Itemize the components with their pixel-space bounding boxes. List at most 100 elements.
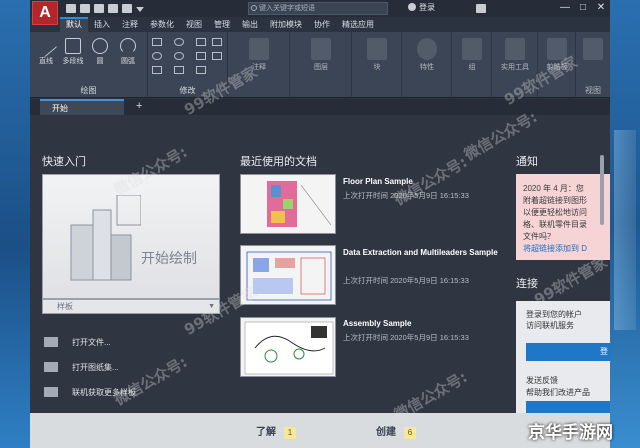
- start-drawing-label: 开始绘制: [141, 251, 197, 267]
- desktop-left: [0, 0, 30, 448]
- minimize-button[interactable]: —: [558, 1, 572, 15]
- copy-icon[interactable]: [174, 66, 184, 74]
- save-as-icon[interactable]: [108, 4, 118, 13]
- cart-icon[interactable]: [476, 4, 486, 13]
- rectangle-icon[interactable]: [152, 38, 162, 46]
- polyline-tool[interactable]: 多段线: [58, 38, 88, 66]
- fillet-icon[interactable]: [212, 52, 222, 60]
- feedback-desc: 帮助我们改进产品: [526, 388, 590, 397]
- notify-scrollbar[interactable]: [600, 155, 604, 225]
- create-badge: 6: [404, 427, 416, 439]
- notify-line-5: 文件吗？: [523, 232, 555, 241]
- trim-icon[interactable]: [196, 38, 206, 46]
- draw-group: 直线 多段线 圆 圆弧 绘图: [30, 32, 148, 98]
- floor-plan-preview: [267, 181, 332, 227]
- building-sketch-icon: [70, 195, 141, 281]
- draw-group-label[interactable]: 绘图: [30, 85, 147, 96]
- base-view-tool[interactable]: [581, 38, 605, 62]
- move-icon[interactable]: [174, 38, 184, 46]
- connect-login-title: 登录到您的帐户: [526, 310, 582, 319]
- tab-create-label: 创建: [376, 427, 396, 438]
- assembly-preview: [244, 321, 334, 375]
- tab-parametric[interactable]: 参数化: [144, 17, 180, 32]
- ellipse-icon[interactable]: [152, 52, 162, 60]
- title-bar: A 键入关键字或短语 登录 — □ ✕: [30, 0, 610, 25]
- connect-login-desc: 访问联机服务: [526, 321, 574, 330]
- layers-icon: [311, 38, 331, 60]
- save-icon[interactable]: [94, 4, 104, 13]
- bottom-tab-bar: 了解 1 创建 6: [30, 413, 610, 448]
- recent-doc-title-3[interactable]: Assembly Sample: [343, 317, 411, 331]
- sheet-set-icon: [44, 362, 58, 372]
- rotate-icon[interactable]: [174, 52, 184, 60]
- layer-tool[interactable]: 图层: [308, 38, 334, 72]
- tab-addins[interactable]: 附加模块: [264, 17, 308, 32]
- polyline-tool-label: 多段线: [62, 58, 84, 65]
- tab-view[interactable]: 视图: [180, 17, 208, 32]
- mirror-icon[interactable]: [196, 52, 206, 60]
- stretch-icon[interactable]: [196, 66, 206, 74]
- line-tool-label: 直线: [39, 58, 53, 65]
- tab-insert[interactable]: 插入: [88, 17, 116, 32]
- notify-line-1: 2020 年 4 月：您: [523, 184, 584, 193]
- login-label: 登录: [419, 3, 435, 12]
- erase-icon[interactable]: [212, 38, 222, 46]
- tab-collaborate[interactable]: 协作: [308, 17, 336, 32]
- tab-annotate[interactable]: 注释: [116, 17, 144, 32]
- tab-learn-label: 了解: [256, 427, 276, 438]
- groups-group: 组: [452, 32, 492, 98]
- login-button[interactable]: 登录: [408, 2, 435, 13]
- close-button[interactable]: ✕: [594, 1, 608, 15]
- insert-block-tool[interactable]: 块: [364, 38, 390, 72]
- tab-learn[interactable]: 了解 1: [256, 423, 296, 439]
- recent-doc-title-2-text: Data Extraction and Multileaders Sample: [343, 248, 498, 257]
- tab-output[interactable]: 输出: [236, 17, 264, 32]
- ribbon-tabs: 默认 插入 注释 参数化 视图 管理 输出 附加模块 协作 精选应用: [60, 17, 380, 32]
- hatch-icon[interactable]: [152, 66, 162, 74]
- line-tool[interactable]: 直线: [34, 34, 58, 66]
- tab-manage[interactable]: 管理: [208, 17, 236, 32]
- tab-create[interactable]: 创建 6: [376, 423, 416, 439]
- open-sheet-set-link[interactable]: 打开图纸集...: [44, 362, 119, 373]
- group-tool[interactable]: 组: [459, 38, 485, 72]
- desktop-right: [610, 0, 640, 448]
- assembly-thumbnail[interactable]: [240, 317, 336, 377]
- open-file-link[interactable]: 打开文件...: [44, 337, 111, 348]
- start-doc-tab[interactable]: 开始: [40, 99, 124, 115]
- notify-line-2: 附着超链接到图形: [523, 196, 587, 205]
- search-input[interactable]: 键入关键字或短语: [248, 2, 388, 15]
- search-icon: [251, 5, 257, 11]
- measure-tool[interactable]: 实用工具: [500, 38, 530, 72]
- match-properties-tool[interactable]: 特性: [414, 38, 440, 72]
- circle-tool[interactable]: 圆: [88, 38, 112, 66]
- user-icon: [408, 3, 416, 11]
- template-icon: [44, 387, 58, 397]
- maximize-button[interactable]: □: [576, 1, 590, 15]
- template-select[interactable]: 样板 ▼: [42, 299, 220, 314]
- arc-tool[interactable]: 圆弧: [116, 38, 140, 66]
- view-group: 视图: [576, 32, 610, 98]
- new-file-icon[interactable]: [66, 4, 76, 13]
- open-sheet-set-label: 打开图纸集...: [72, 363, 119, 372]
- recent-doc-meta-2: 上次打开时间 2020年5月9日 16:15:33: [343, 276, 469, 285]
- open-folder-icon[interactable]: [80, 4, 90, 13]
- properties-group-label: 特性: [420, 64, 434, 71]
- floor-plan-thumbnail[interactable]: [240, 174, 336, 234]
- search-placeholder: 键入关键字或短语: [259, 5, 315, 12]
- view-group-label[interactable]: 视图: [576, 85, 610, 96]
- notify-link[interactable]: 将超链接添加到 D: [523, 243, 606, 255]
- tab-default[interactable]: 默认: [60, 17, 88, 32]
- circle-tool-label: 圆: [96, 58, 104, 65]
- connect-login-button[interactable]: 登: [526, 343, 610, 361]
- calculator-icon: [505, 38, 525, 60]
- polyline-icon: [65, 38, 81, 54]
- view-icon: [583, 38, 603, 60]
- print-icon[interactable]: [122, 4, 132, 13]
- new-tab-button[interactable]: +: [136, 100, 142, 112]
- learn-badge: 1: [284, 427, 296, 439]
- recent-doc-title-2[interactable]: Data Extraction and Multileaders Sample: [343, 246, 498, 260]
- tab-featured-apps[interactable]: 精选应用: [336, 17, 380, 32]
- qa-dropdown-icon[interactable]: [136, 7, 144, 12]
- autocad-logo[interactable]: A: [32, 1, 58, 25]
- quick-start-title: 快速入门: [42, 156, 86, 168]
